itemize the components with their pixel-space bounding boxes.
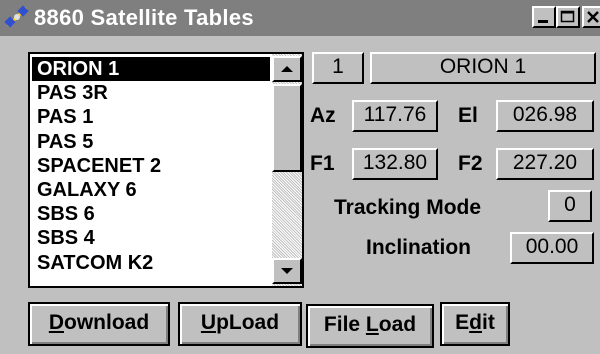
window-title: 8860 Satellite Tables [34,5,254,30]
f1-field: 132.80 [352,148,438,180]
satellite-listbox[interactable]: ORION 1 PAS 3R PAS 1 PAS 5 SPACENET 2 GA… [28,52,304,288]
scroll-thumb[interactable] [272,84,302,172]
minimize-button[interactable] [532,6,556,28]
tracking-mode-label: Tracking Mode [334,196,482,219]
satellite-icon [4,5,29,28]
close-button[interactable] [582,6,600,28]
list-item[interactable]: GALAXY 6 [32,178,270,202]
list-item[interactable]: PAS 3R [32,81,270,105]
el-value: 026.98 [512,103,578,126]
close-icon [587,11,599,23]
download-button[interactable]: Download [28,302,170,346]
f2-label: F2 [458,152,483,175]
title-bar[interactable]: 8860 Satellite Tables [0,0,600,36]
upload-button[interactable]: UpLoad [178,302,302,346]
minimize-icon [538,20,548,23]
download-label-rest: ownload [64,311,150,334]
edit-label-rest: it [482,311,495,334]
satellite-name-field: ORION 1 [370,52,596,84]
satellite-name-value: ORION 1 [439,55,527,78]
tracking-mode-value: 0 [564,193,576,216]
f1-label: F1 [310,152,335,175]
el-label: El [458,104,478,127]
satellite-index-value: 1 [332,55,344,78]
list-item[interactable]: PAS 1 [32,105,270,129]
f2-field: 227.20 [496,148,594,180]
maximize-button[interactable] [556,6,580,28]
f2-value: 227.20 [512,151,578,174]
inclination-value: 00.00 [525,235,579,258]
az-label: Az [310,104,336,127]
inclination-label: Inclination [366,236,471,259]
file-load-mnemonic: L [365,313,379,336]
list-scrollbar[interactable] [272,54,302,286]
list-item[interactable]: PAS 5 [32,130,270,154]
f1-value: 132.80 [362,151,428,174]
el-field: 026.98 [496,100,594,132]
list-item[interactable]: SPACENET 2 [32,154,270,178]
inclination-field: 00.00 [510,232,594,264]
tracking-mode-field: 0 [548,190,592,222]
az-value: 117.76 [363,103,427,126]
file-load-button[interactable]: File Load [306,304,434,348]
list-item[interactable]: SATCOM K2 [32,251,270,275]
arrow-down-icon [281,268,293,274]
arrow-up-icon [281,66,293,72]
list-item[interactable]: SBS 6 [32,202,270,226]
upload-label-rest: pLoad [216,311,280,334]
maximize-icon [560,10,575,23]
edit-mnemonic: d [469,311,482,334]
scroll-up-button[interactable] [272,56,302,82]
edit-label-pre: E [455,311,470,334]
list-item[interactable]: ORION 1 [32,57,270,82]
az-field: 117.76 [352,100,438,132]
list-item[interactable]: SBS 4 [32,226,270,250]
file-load-label-pre: File [323,313,366,336]
satellite-index-field: 1 [312,52,364,84]
edit-button[interactable]: Edit [440,302,510,346]
file-load-label-rest: oad [378,313,417,336]
scroll-down-button[interactable] [272,258,302,284]
download-mnemonic: D [48,311,64,334]
upload-mnemonic: U [200,311,217,334]
